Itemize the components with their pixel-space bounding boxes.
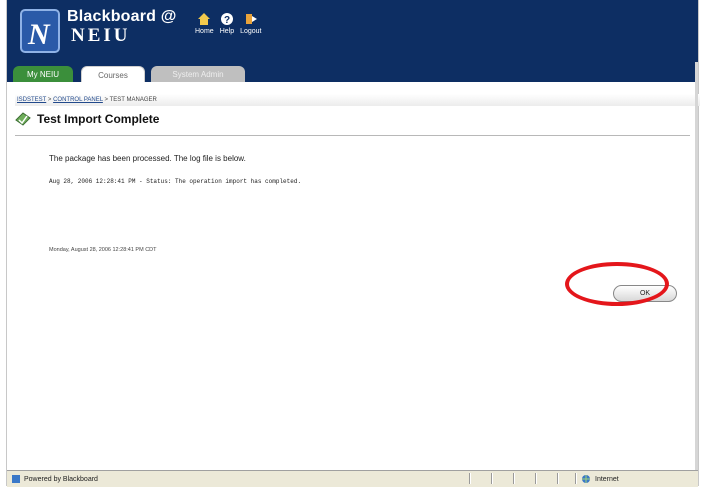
tab-bar: My NEIU Courses System Admin: [7, 62, 698, 83]
title-divider: [15, 135, 690, 136]
neiu-logo-icon: N: [20, 9, 60, 53]
page-edge: [695, 62, 698, 470]
status-bar: Powered by Blackboard Internet: [7, 470, 698, 487]
security-zone: Internet: [581, 474, 619, 484]
svg-text:N: N: [27, 18, 51, 51]
status-divider-1: [469, 473, 471, 484]
log-output: Aug 28, 2006 12:28:41 PM - Status: The o…: [49, 178, 302, 185]
status-text: Powered by Blackboard: [24, 475, 98, 483]
nav-help-label: Help: [219, 28, 235, 35]
tab-system-admin[interactable]: System Admin: [151, 66, 245, 82]
brand-title: Blackboard @ NEIU: [67, 8, 177, 46]
status-divider-4: [535, 473, 537, 484]
status-message: The package has been processed. The log …: [49, 154, 246, 163]
status-divider-2: [491, 473, 493, 484]
annotation-circle: [565, 262, 669, 306]
page-title-row: Test Import Complete: [15, 112, 159, 126]
brand-line-2: NEIU: [71, 25, 131, 46]
page-icon: [12, 475, 20, 483]
brand-line-1: Blackboard @: [67, 8, 177, 25]
breadcrumb-current: TEST MANAGER: [109, 97, 157, 103]
browser-window: N Blackboard @ NEIU Home ? Help Logout M…: [6, 0, 700, 487]
nav-logout[interactable]: Logout: [240, 12, 262, 35]
logout-icon: [245, 14, 257, 24]
main-content: ISDSTEST > CONTROL PANEL > TEST MANAGER …: [7, 82, 700, 470]
breadcrumb-course-link[interactable]: ISDSTEST: [17, 97, 46, 103]
tab-courses[interactable]: Courses: [81, 66, 145, 83]
test-manager-icon: [15, 112, 31, 126]
breadcrumb-control-panel-link[interactable]: CONTROL PANEL: [53, 97, 103, 103]
nav-home-label: Home: [195, 28, 214, 35]
nav-logout-label: Logout: [240, 28, 262, 35]
status-left: Powered by Blackboard: [11, 474, 98, 484]
breadcrumb: ISDSTEST > CONTROL PANEL > TEST MANAGER: [15, 94, 700, 106]
timestamp: Monday, August 28, 2006 12:28:41 PM CDT: [49, 247, 157, 253]
blackboard-header: N Blackboard @ NEIU Home ? Help Logout: [7, 0, 698, 62]
nav-home[interactable]: Home: [195, 12, 214, 35]
internet-globe-icon: [582, 475, 590, 483]
svg-text:?: ?: [224, 15, 230, 26]
top-navigation: Home ? Help Logout: [195, 12, 262, 35]
nav-help[interactable]: ? Help: [220, 12, 234, 35]
page-title: Test Import Complete: [37, 112, 160, 126]
status-divider-3: [513, 473, 515, 484]
zone-label: Internet: [595, 475, 619, 483]
status-divider-6: [575, 473, 577, 484]
help-icon: ?: [220, 13, 233, 26]
tab-my-neiu[interactable]: My NEIU: [13, 66, 73, 82]
home-icon: [198, 13, 211, 25]
status-divider-5: [557, 473, 559, 484]
breadcrumb-separator-2: >: [102, 97, 110, 103]
